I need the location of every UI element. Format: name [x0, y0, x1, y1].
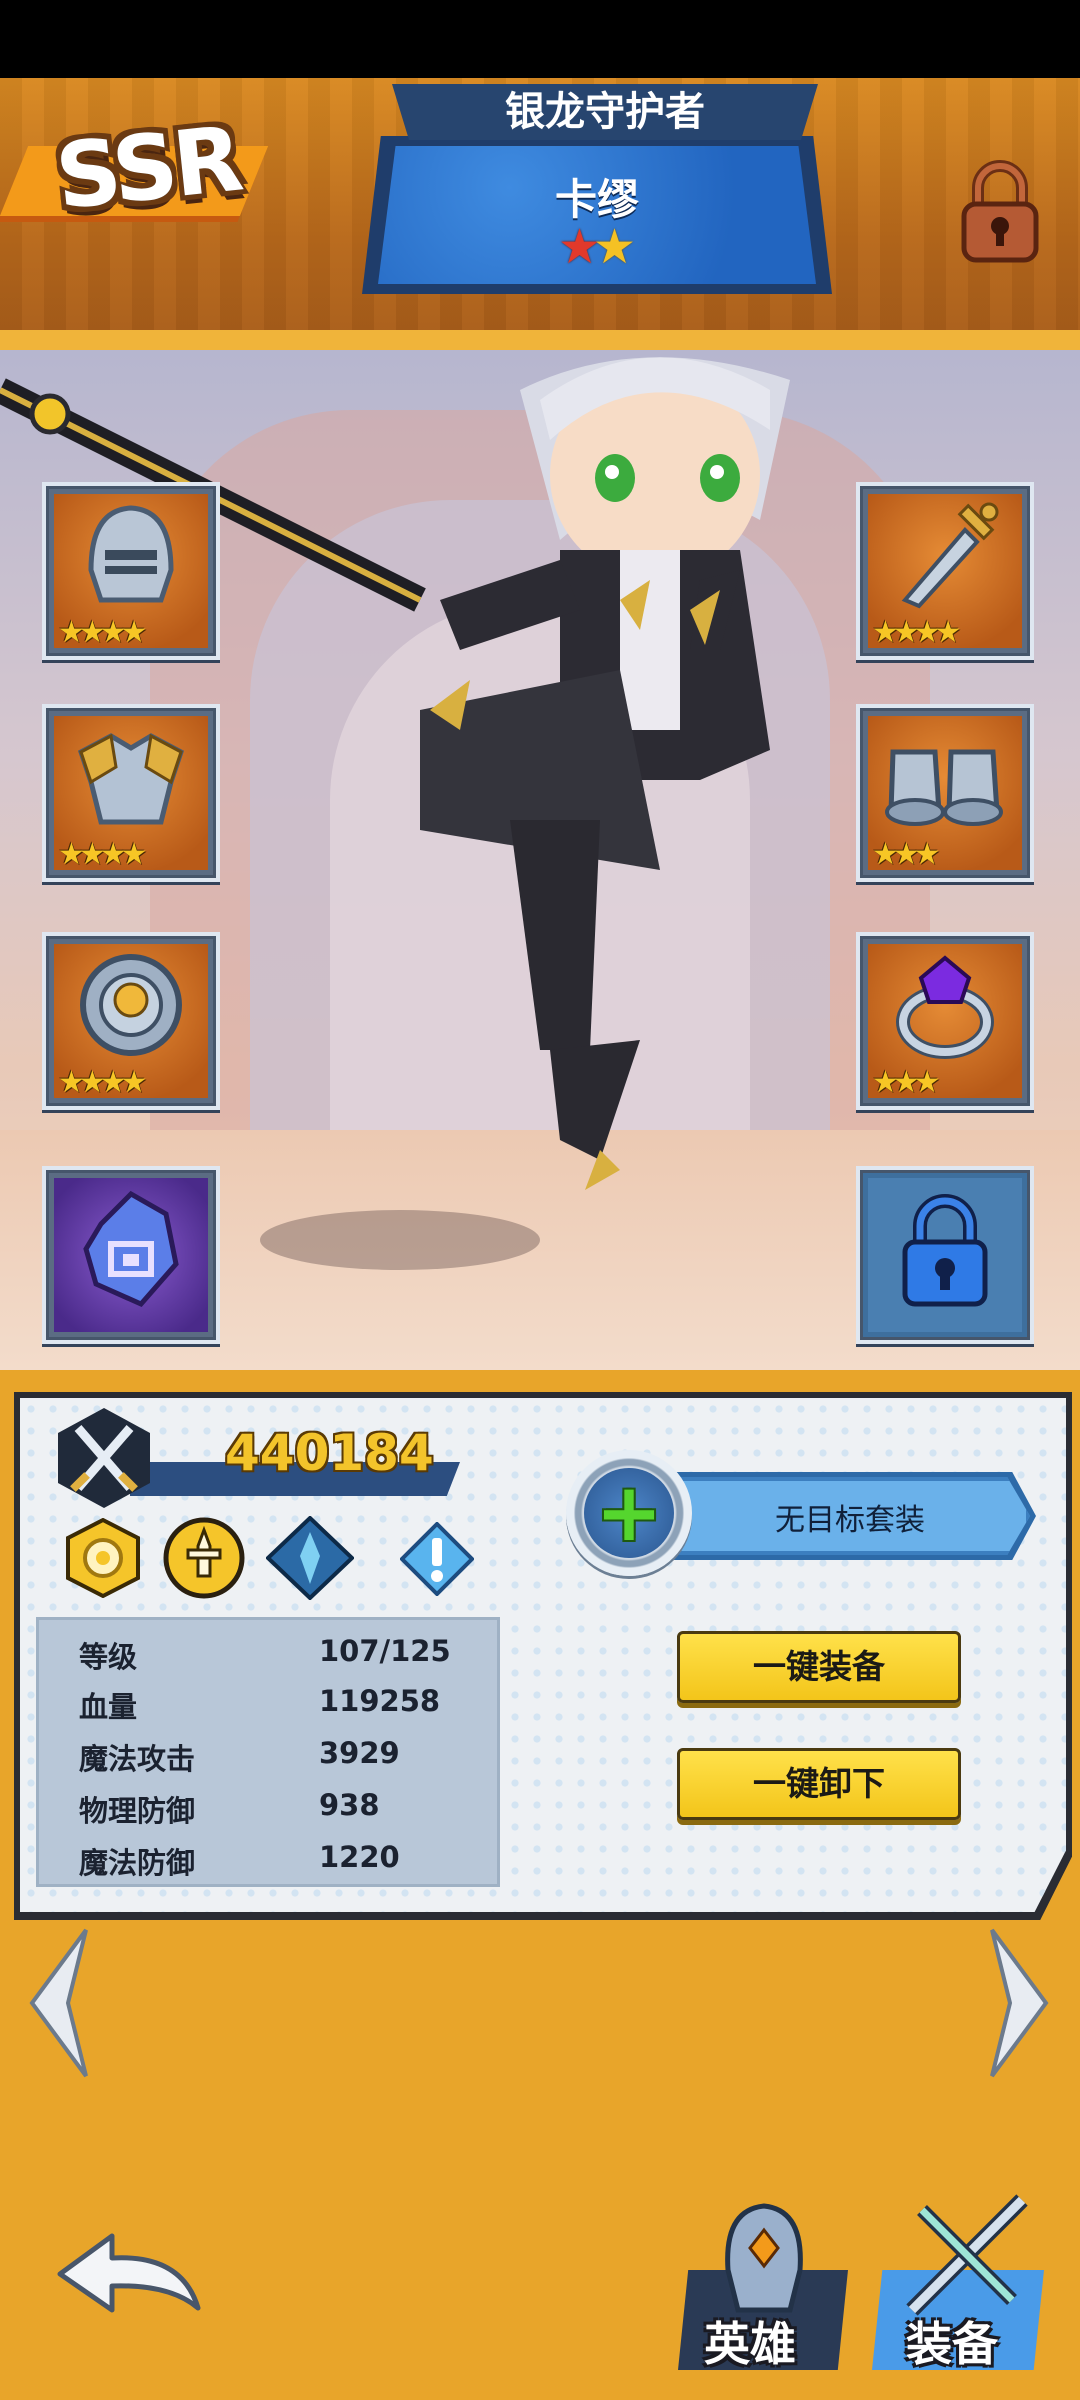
sword-icon: [901, 502, 999, 609]
exclamation-icon: [399, 1521, 475, 1597]
equip-slot-armor[interactable]: ★★★★: [42, 704, 220, 882]
equip-stars: ★★★★: [58, 615, 148, 650]
helmet-icon: [88, 505, 174, 603]
next-hero-button[interactable]: [990, 1928, 1050, 2078]
skill-badge-2[interactable]: [162, 1516, 246, 1600]
equip-slot-locked[interactable]: [856, 1166, 1034, 1344]
stat-label: 血量: [79, 1690, 138, 1724]
back-button[interactable]: [52, 2224, 202, 2324]
equip-stars: ★★★★: [58, 1065, 148, 1100]
equip-all-button[interactable]: 一键装备: [677, 1631, 961, 1703]
plus-icon: +: [595, 1466, 663, 1559]
stat-value: 3929: [319, 1736, 400, 1770]
stat-label: 魔法攻击: [79, 1742, 196, 1776]
equip-stars: ★★★★: [58, 837, 148, 872]
stat-value: 119258: [319, 1684, 441, 1718]
skill-badge-3[interactable]: [265, 1515, 355, 1601]
equip-slot-shield[interactable]: ★★★★: [42, 932, 220, 1110]
padlock-icon: [961, 160, 1039, 263]
stat-row-magic-defense: 魔法防御 1220: [79, 1840, 479, 1886]
hero-name: 卡缪: [554, 175, 639, 224]
hero-showcase-scene: ★★★★ ★★★★ ★★★★ ★★★★ ★★★ ★★★: [0, 350, 1080, 1370]
stat-row-level: 等级 107/125: [79, 1634, 479, 1680]
equip-stars: ★★★: [872, 1065, 941, 1100]
skill-badge-1[interactable]: [66, 1517, 140, 1599]
armor-icon: [77, 733, 185, 825]
tab-hero[interactable]: 英雄: [678, 2190, 848, 2380]
chevron-left-icon: [29, 1928, 88, 2078]
hero-star-rating: ★★: [362, 222, 832, 272]
equip-slot-boots[interactable]: ★★★: [856, 704, 1034, 882]
boots-icon: [885, 749, 1003, 826]
rune-crystal-icon: [83, 1190, 179, 1308]
unequip-all-button[interactable]: 一键卸下: [677, 1748, 961, 1820]
padlock-icon: [902, 1194, 988, 1307]
sword-emblem-icon: [163, 1517, 245, 1599]
equip-slot-rune[interactable]: [42, 1166, 220, 1344]
combat-power-value: 440184: [225, 1424, 434, 1482]
chevron-right-icon: [990, 1928, 1049, 2078]
equip-stars: ★★★: [872, 837, 941, 872]
stat-row-hp: 血量 119258: [79, 1684, 479, 1730]
equip-slot-ring[interactable]: ★★★: [856, 932, 1034, 1110]
header-divider: [0, 330, 1080, 350]
knight-helmet-icon: [725, 2203, 803, 2313]
set-selector-label: 无目标套装: [775, 1503, 925, 1538]
equip-slot-helmet[interactable]: ★★★★: [42, 482, 220, 660]
lock-button[interactable]: [958, 160, 1042, 264]
tab-equipment[interactable]: 装备: [872, 2180, 1052, 2380]
stat-row-magic-attack: 魔法攻击 3929: [79, 1736, 479, 1782]
stat-label: 物理防御: [79, 1794, 196, 1828]
back-arrow-icon: [57, 2233, 201, 2313]
hero-stats-table: 等级 107/125 血量 119258 魔法攻击 3929 物理防御 938 …: [36, 1617, 500, 1887]
stat-label: 等级: [79, 1640, 138, 1674]
tab-hero-label: 英雄: [704, 2317, 796, 2371]
status-bar: [0, 0, 1080, 78]
star-icon: ★: [593, 219, 637, 275]
add-set-button[interactable]: +: [566, 1450, 692, 1576]
tab-equipment-label: 装备: [906, 2317, 998, 2371]
rarity-badge: SSR: [0, 106, 284, 260]
shield-icon: [80, 954, 182, 1056]
stat-value: 938: [319, 1788, 380, 1822]
stat-value: 107/125: [319, 1634, 451, 1668]
hero-title: 银龙守护者: [392, 84, 818, 140]
stat-row-physical-defense: 物理防御 938: [79, 1788, 479, 1834]
ring-icon: [896, 955, 994, 1059]
equip-slot-sword[interactable]: ★★★★: [856, 482, 1034, 660]
stat-value: 1220: [319, 1840, 400, 1874]
blue-gem-icon: [265, 1515, 355, 1601]
stat-label: 魔法防御: [79, 1846, 196, 1880]
rarity-text: SSR: [51, 106, 244, 231]
info-alert-button[interactable]: [399, 1521, 475, 1602]
previous-hero-button[interactable]: [28, 1928, 88, 2078]
shutter-icon: [66, 1517, 140, 1599]
equip-stars: ★★★★: [872, 615, 962, 650]
